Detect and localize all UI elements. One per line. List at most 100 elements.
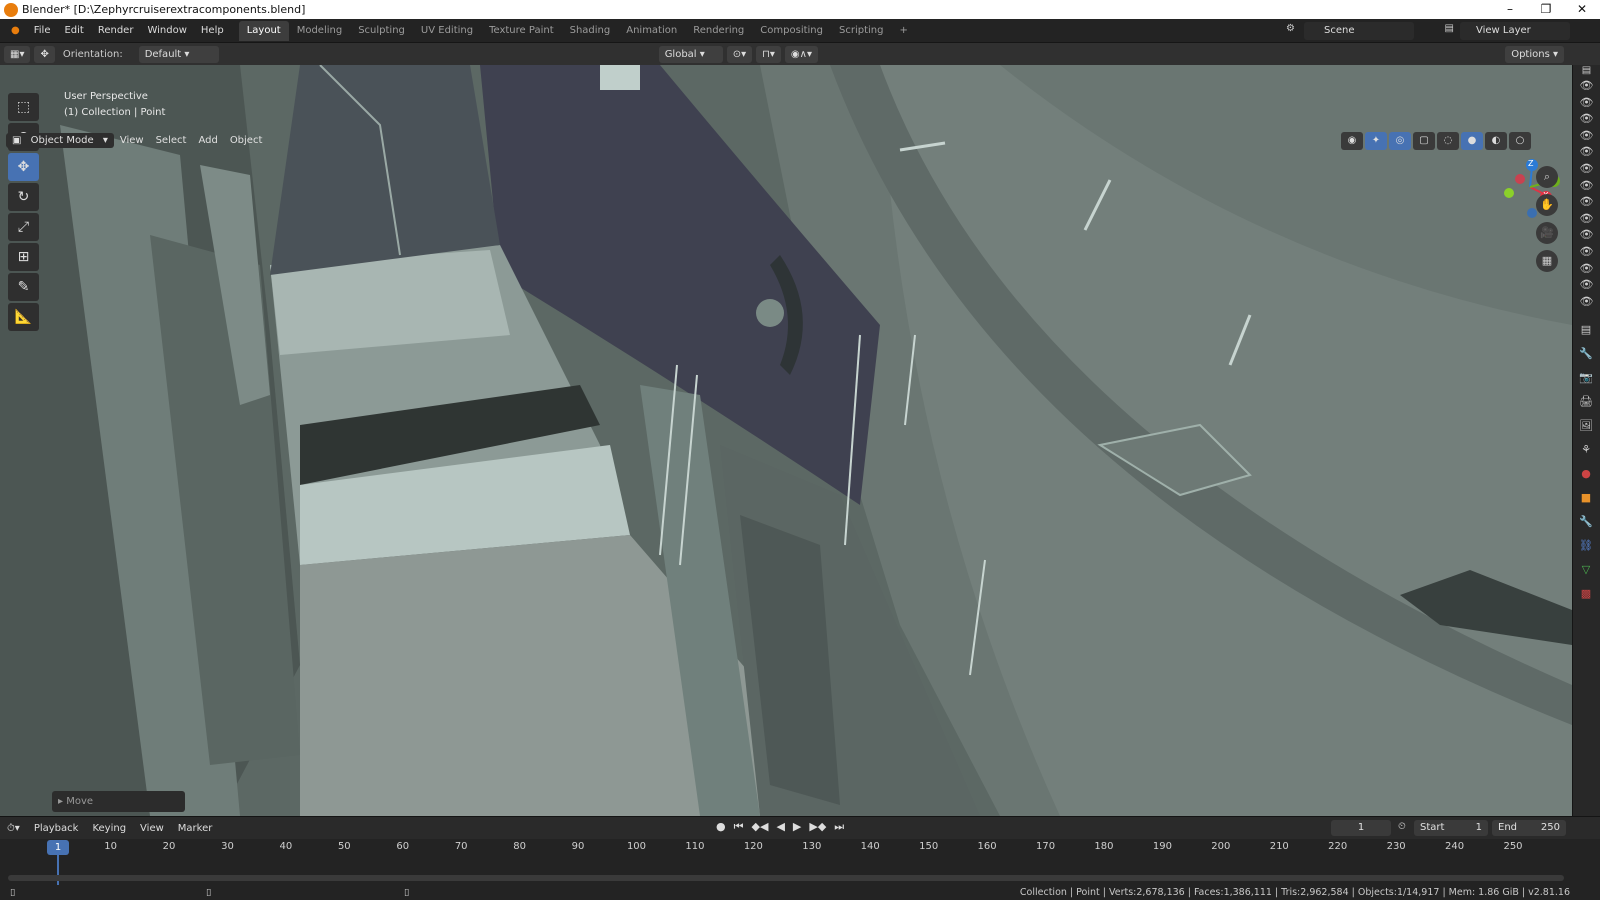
rotate-icon[interactable]: ↻ [8, 183, 39, 211]
minimize-icon[interactable]: – [1492, 0, 1528, 19]
close-icon[interactable]: ✕ [1564, 0, 1600, 19]
visibility-eye-icon[interactable]: 👁 [1573, 96, 1600, 113]
transform-orientation-dropdown[interactable]: Global ▾ [658, 45, 723, 63]
menu-render[interactable]: Render [91, 25, 141, 36]
gizmo-toggle-icon[interactable]: ✦ [1365, 132, 1387, 150]
last-operator-panel[interactable]: ▸ Move [52, 791, 185, 812]
outliner-icon[interactable]: ▤ [1573, 65, 1600, 79]
menu-file[interactable]: File [27, 25, 58, 36]
move-icon[interactable]: ✥ [8, 153, 39, 181]
tool-properties-icon[interactable]: 🔧 [1572, 342, 1600, 366]
editor-type-icon[interactable]: ▦▾ [4, 45, 31, 63]
jump-start-icon[interactable]: ⏮ [734, 820, 744, 834]
object-properties-icon[interactable]: ■ [1572, 486, 1600, 510]
tab-scripting[interactable]: Scripting [831, 21, 891, 41]
visibility-eye-icon[interactable]: 👁 [1573, 245, 1600, 262]
transform-icon[interactable]: ⊞ [8, 243, 39, 271]
timeline-menu-keying[interactable]: Keying [85, 823, 133, 834]
jump-end-icon[interactable]: ⏭ [834, 820, 844, 834]
texture-properties-icon[interactable]: ▩ [1572, 582, 1600, 606]
view-layer-icon[interactable]: ▤ [1445, 23, 1454, 34]
output-properties-icon[interactable]: 🖨 [1572, 390, 1600, 414]
options-dropdown[interactable]: Options ▾ [1505, 45, 1564, 63]
overlay-toggle-icon[interactable]: ◎ [1389, 132, 1411, 150]
visibility-icon[interactable]: ◉ [1341, 132, 1363, 150]
tab-shading[interactable]: Shading [562, 21, 619, 41]
restore-icon[interactable]: ❐ [1528, 0, 1564, 19]
start-frame-field[interactable]: Start 1 [1414, 820, 1488, 836]
prev-keyframe-icon[interactable]: ◆◀ [752, 820, 769, 834]
scene-selector[interactable]: Scene [1304, 22, 1414, 40]
play-icon[interactable]: ▶ [793, 820, 801, 834]
frame-ruler[interactable]: 1 10 20 30 40 50 60 70 80 90 100 110 120 130 140 150 16… [0, 839, 1568, 885]
scene-icon[interactable]: ⚙ [1286, 23, 1295, 34]
timeline-editor-type-icon[interactable]: ⏱▾ [0, 823, 27, 834]
render-properties-icon[interactable]: 📷 [1572, 366, 1600, 390]
tab-sculpting[interactable]: Sculpting [350, 21, 413, 41]
move-tool-icon[interactable]: ✥ [34, 45, 55, 63]
visibility-eye-icon[interactable]: 👁 [1573, 262, 1600, 279]
timeline-scrollbar[interactable] [8, 875, 1564, 881]
visibility-eye-icon[interactable]: 👁 [1573, 162, 1600, 179]
tab-rendering[interactable]: Rendering [685, 21, 752, 41]
visibility-eye-icon[interactable]: 👁 [1573, 145, 1600, 162]
add-workspace-icon[interactable]: + [891, 21, 915, 41]
rendered-shading-icon[interactable]: ○ [1509, 132, 1531, 150]
properties-editor-icon[interactable]: ▤ [1572, 318, 1600, 342]
scene-properties-icon[interactable]: ⚘ [1572, 438, 1600, 462]
snap-icon[interactable]: ⊓▾ [756, 45, 781, 63]
zoom-icon[interactable]: ⌕ [1536, 166, 1558, 188]
visibility-eye-icon[interactable]: 👁 [1573, 79, 1600, 96]
select-box-icon[interactable]: ⬚ [8, 93, 39, 121]
constraint-properties-icon[interactable]: ⛓ [1572, 534, 1600, 558]
xray-icon[interactable]: ▢ [1413, 132, 1435, 150]
viewport-menu-add[interactable]: Add [192, 135, 223, 146]
current-frame-field[interactable]: 1 [1331, 820, 1391, 836]
record-icon[interactable]: ● [716, 820, 726, 834]
solid-shading-icon[interactable]: ● [1461, 132, 1483, 150]
view-layer-properties-icon[interactable]: 🖼 [1572, 414, 1600, 438]
clock-icon[interactable]: ⏲ [1398, 821, 1406, 832]
world-properties-icon[interactable]: ● [1572, 462, 1600, 486]
visibility-eye-icon[interactable]: 👁 [1573, 195, 1600, 212]
ortho-grid-icon[interactable]: ▦ [1536, 250, 1558, 272]
mode-selector[interactable]: ▣ Object Mode ▾ [6, 132, 114, 148]
tab-animation[interactable]: Animation [618, 21, 685, 41]
timeline-menu-marker[interactable]: Marker [171, 823, 220, 834]
viewport-menu-view[interactable]: View [114, 135, 150, 146]
wireframe-shading-icon[interactable]: ◌ [1437, 132, 1459, 150]
modifier-properties-icon[interactable]: 🔧 [1572, 510, 1600, 534]
material-shading-icon[interactable]: ◐ [1485, 132, 1507, 150]
pan-hand-icon[interactable]: ✋ [1536, 194, 1558, 216]
visibility-eye-icon[interactable]: 👁 [1573, 278, 1600, 295]
annotate-icon[interactable]: ✎ [8, 273, 39, 301]
end-frame-field[interactable]: End 250 [1492, 820, 1566, 836]
scale-icon[interactable]: ⤢ [8, 213, 39, 241]
play-reverse-icon[interactable]: ◀ [776, 820, 784, 834]
pivot-icon[interactable]: ⊙▾ [726, 45, 753, 63]
menu-edit[interactable]: Edit [57, 25, 90, 36]
visibility-eye-icon[interactable]: 👁 [1573, 295, 1600, 312]
visibility-eye-icon[interactable]: 👁 [1573, 228, 1600, 245]
visibility-eye-icon[interactable]: 👁 [1573, 112, 1600, 129]
next-keyframe-icon[interactable]: ▶◆ [809, 820, 826, 834]
menu-window[interactable]: Window [140, 25, 193, 36]
timeline-menu-playback[interactable]: Playback [27, 823, 86, 834]
proportional-edit-icon[interactable]: ◉∧▾ [784, 45, 818, 63]
tab-uv-editing[interactable]: UV Editing [413, 21, 481, 41]
visibility-eye-icon[interactable]: 👁 [1573, 212, 1600, 229]
menu-help[interactable]: Help [194, 25, 231, 36]
camera-icon[interactable]: 🎥 [1536, 222, 1558, 244]
current-frame-marker[interactable]: 1 [47, 840, 69, 855]
tab-layout[interactable]: Layout [238, 20, 289, 41]
viewport-menu-select[interactable]: Select [150, 135, 193, 146]
timeline-menu-view[interactable]: View [133, 823, 171, 834]
tab-modeling[interactable]: Modeling [289, 21, 351, 41]
viewport-menu-object[interactable]: Object [224, 135, 269, 146]
measure-icon[interactable]: 📐 [8, 303, 39, 331]
visibility-eye-icon[interactable]: 👁 [1573, 179, 1600, 196]
orientation-dropdown[interactable]: Default ▾ [138, 45, 219, 63]
visibility-eye-icon[interactable]: 👁 [1573, 129, 1600, 146]
3d-viewport[interactable]: ▣ Object Mode ▾ View Select Add Object ◉… [0, 65, 1572, 816]
tab-texture-paint[interactable]: Texture Paint [481, 21, 562, 41]
